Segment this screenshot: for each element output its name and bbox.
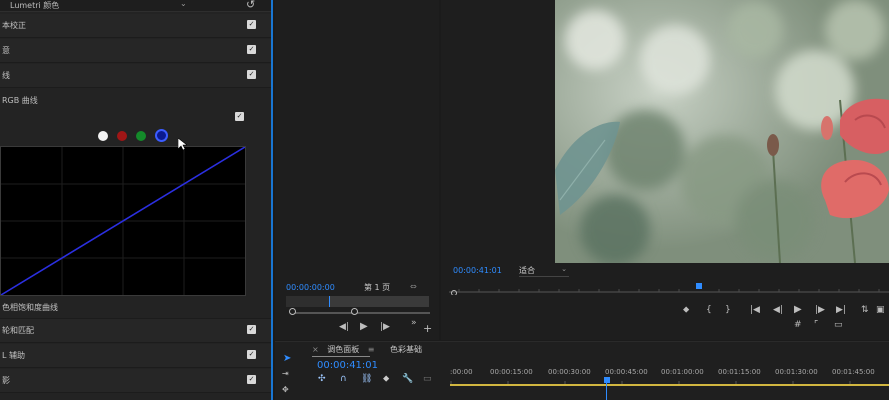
selection-tool-icon[interactable]: ➤ [283,353,291,364]
time-ruler-label: 00:01:00:00 [661,368,704,376]
mouse-cursor-icon [177,137,188,154]
timeline-timecode[interactable]: 00:00:41:01 [317,360,378,371]
section-enable-checkbox[interactable]: ✓ [247,45,256,54]
comparison-icon[interactable]: ⌜ [814,320,818,330]
source-timecode[interactable]: 00:00:00:00 [286,283,335,292]
time-ruler-label: 00:00:45:00 [605,368,648,376]
section-label: 影 [2,376,10,385]
channel-blue-button[interactable] [155,129,168,142]
section-label: 色相饱和度曲线 [2,303,58,312]
section-hsl-secondary[interactable]: L 辅助 ✓ [0,344,271,368]
rgb-curves-label: RGB 曲线 [2,96,38,105]
menu-icon[interactable]: ≡ [368,345,375,354]
section-enable-checkbox[interactable]: ✓ [247,375,256,384]
time-ruler-label: 00:01:45:00 [832,368,875,376]
fit-label: 适合 [519,266,535,275]
source-scrub-range [329,296,429,307]
section-vignette[interactable]: 影 ✓ [0,369,271,393]
section-label: 意 [2,46,10,55]
tools-panel: ➤ ⇥ ✥ [277,345,299,400]
chevron-down-icon[interactable]: ⌄ [180,0,187,8]
add-button-icon[interactable]: + [423,322,432,335]
time-ruler-label: :00:00 [450,368,473,376]
section-enable-checkbox[interactable]: ✓ [247,350,256,359]
rgb-curves-checkbox[interactable]: ✓ [235,112,244,121]
section-hsl-curves[interactable]: 色相饱和度曲线 [0,297,271,319]
step-back-icon[interactable]: ◀| [339,322,349,332]
source-zoom-slider[interactable] [292,312,430,314]
close-icon[interactable]: × [312,345,319,354]
program-playhead [696,283,702,289]
step-back-icon[interactable]: ◀| [773,305,783,315]
step-forward-icon[interactable]: |▶ [380,322,390,332]
section-label: 线 [2,71,10,80]
tab-label: 色彩基础 [390,345,422,354]
captions-icon[interactable]: ▭ [423,374,432,384]
source-page-label[interactable]: 第 1 页 [364,282,390,293]
wrench-icon[interactable]: 🔧 [402,374,413,384]
section-color-wheels[interactable]: 轮和匹配 ✓ [0,319,271,343]
program-video-frame[interactable] [555,0,889,263]
ripple-edit-tool-icon[interactable]: ✥ [282,385,289,394]
program-scrub-ruler[interactable] [449,283,889,296]
tab-label: 调色面板 [327,345,360,354]
lift-icon[interactable]: ⇅ [861,305,869,315]
time-ruler-label: 00:01:15:00 [718,368,761,376]
section-label: 本校正 [2,21,26,30]
time-ruler-label: 00:00:30:00 [548,368,591,376]
zoom-handle-right[interactable] [351,308,358,315]
go-to-in-icon[interactable]: |◀ [750,305,760,315]
section-enable-checkbox[interactable]: ✓ [247,20,256,29]
step-forward-icon[interactable]: |▶ [815,305,825,315]
chevron-down-icon: ⌄ [561,265,567,273]
reset-icon[interactable]: ↺ [246,0,255,11]
camera-icon[interactable]: ▣ [876,305,885,315]
tab-color-basics[interactable]: 色彩基础 [390,344,422,355]
section-label: L 辅助 [2,351,25,360]
add-marker-icon[interactable]: ⬥ [383,374,389,384]
section-label: 轮和匹配 [2,326,34,335]
section-enable-checkbox[interactable]: ✓ [247,70,256,79]
channel-white-button[interactable] [98,131,108,141]
section-creative[interactable]: 意 ✓ [0,39,271,63]
section-enable-checkbox[interactable]: ✓ [247,325,256,334]
go-to-out-icon[interactable]: ▶| [836,305,846,315]
curve-svg [0,146,246,296]
play-icon[interactable]: ▶ [360,321,368,332]
timeline-playhead-line [606,383,607,400]
snap-icon[interactable]: ∩ [340,374,347,384]
play-icon[interactable]: ▶ [794,304,802,315]
lumetri-title: Lumetri 颜色 [10,1,60,10]
marker-icon[interactable]: ⬥ [683,305,689,315]
time-ruler-label: 00:00:15:00 [490,368,533,376]
time-ruler-label: 00:01:30:00 [775,368,818,376]
mark-in-icon[interactable]: { [706,305,712,315]
rgb-curve-graph[interactable] [0,146,246,296]
zoom-handle-left[interactable] [289,308,296,315]
section-curves[interactable]: 线 ✓ [0,64,271,88]
safe-margins-icon[interactable]: # [794,320,802,330]
program-ruler-ticks [449,283,889,296]
tab-color-panel[interactable]: × 调色面板 ≡ [312,344,375,355]
mark-out-icon[interactable]: } [725,305,731,315]
section-basic-correction[interactable]: 本校正 ✓ [0,14,271,38]
track-select-tool-icon[interactable]: ⇥ [282,369,289,378]
panel-focus-border [271,0,273,400]
nest-icon[interactable]: ✣ [318,374,326,384]
channel-green-button[interactable] [136,131,146,141]
channel-red-button[interactable] [117,131,127,141]
work-area-bar[interactable] [450,384,889,386]
settings-icon[interactable]: ⇔ [410,282,417,291]
linked-selection-icon[interactable]: ⛓ [361,374,372,384]
fit-dropdown[interactable]: 适合 ⌄ [519,265,569,277]
button-editor-icon[interactable]: ▭ [834,320,843,330]
program-timecode[interactable]: 00:00:41:01 [453,266,502,275]
video-image [555,0,889,263]
active-tab-underline [312,356,370,357]
more-controls-icon[interactable]: » [411,318,417,328]
timeline-playhead[interactable] [604,377,610,383]
